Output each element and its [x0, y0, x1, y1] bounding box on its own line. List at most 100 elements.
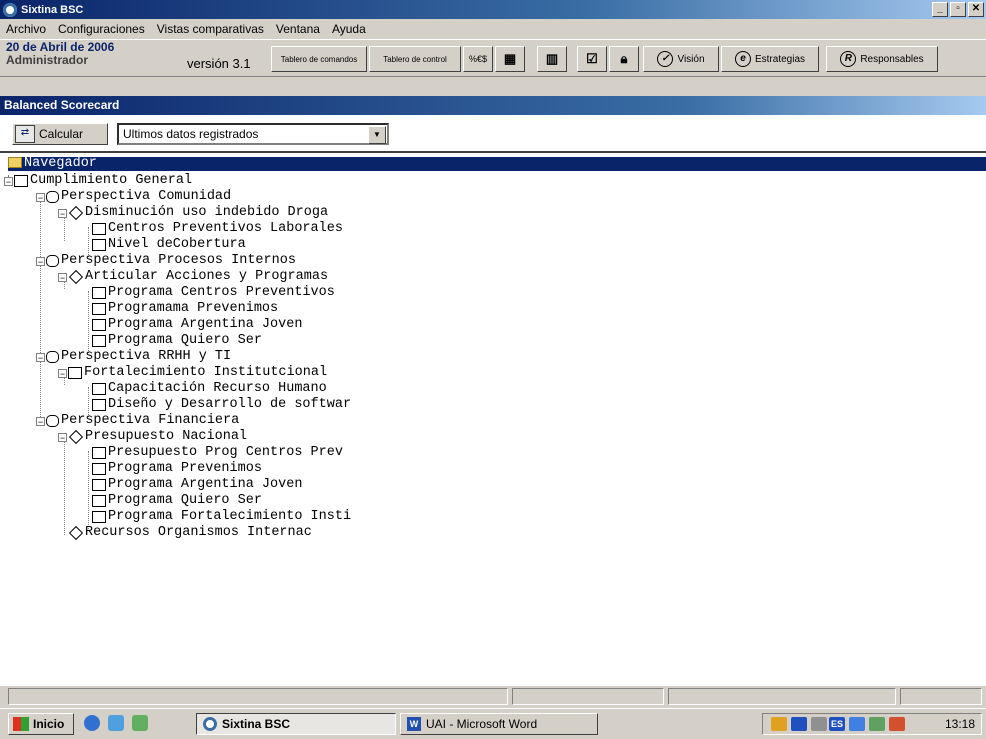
- collapse-icon[interactable]: −: [58, 272, 67, 282]
- minimize-button[interactable]: _: [932, 2, 948, 17]
- panel-title: Balanced Scorecard: [0, 96, 986, 115]
- data-source-value: Ultimos datos registrados: [123, 127, 259, 141]
- data-source-select[interactable]: Ultimos datos registrados ▼: [117, 123, 389, 145]
- tree-node-label: Programa Centros Preventivos: [108, 285, 335, 300]
- tablero-comandos-button[interactable]: Tablero de comandos: [271, 46, 367, 72]
- desktop-icon[interactable]: [132, 715, 148, 731]
- tree-node-recursos-organismos[interactable]: Recursos Organismos Internac: [68, 525, 312, 541]
- collapse-icon[interactable]: −: [36, 416, 45, 426]
- tree-node-programa-quiero-ser-2[interactable]: Programa Quiero Ser: [92, 493, 262, 509]
- vision-button[interactable]: ✓ Visión: [643, 46, 719, 72]
- tree-node-perspectiva-procesos-internos[interactable]: − Perspectiva Procesos Internos: [36, 253, 296, 269]
- chevron-down-icon[interactable]: ▼: [368, 126, 386, 144]
- status-pane-4: [900, 688, 982, 705]
- collapse-icon[interactable]: −: [58, 368, 67, 378]
- maximize-button[interactable]: ▫: [950, 2, 966, 17]
- tree-node-label: Disminución uso indebido Droga: [85, 205, 329, 220]
- menu-ventana[interactable]: Ventana: [270, 22, 326, 36]
- calcular-button[interactable]: ⇄ Calcular: [12, 123, 108, 145]
- tree-node-perspectiva-comunidad[interactable]: − Perspectiva Comunidad: [36, 189, 231, 205]
- perspective-icon: [46, 255, 59, 267]
- indicator-square-icon: [92, 223, 106, 235]
- tree-node-articular-acciones[interactable]: − Articular Acciones y Programas: [58, 269, 328, 285]
- perspective-icon: [46, 191, 59, 203]
- book-icon-button[interactable]: ▥: [537, 46, 567, 72]
- calculate-icon: ⇄: [15, 125, 35, 143]
- network-icon[interactable]: [849, 717, 865, 731]
- task-word[interactable]: W UAI - Microsoft Word: [400, 713, 598, 735]
- tree-node-disminucion-droga[interactable]: − Disminución uso indebido Droga: [58, 205, 328, 221]
- indicator-square-icon: [92, 463, 106, 475]
- menu-configuraciones[interactable]: Configuraciones: [52, 22, 151, 36]
- tray-antivirus-icon[interactable]: [791, 717, 807, 731]
- task-sixtina-bsc[interactable]: Sixtina BSC: [196, 713, 396, 735]
- menu-archivo[interactable]: Archivo: [0, 22, 52, 36]
- currency-button[interactable]: %€$: [463, 46, 493, 72]
- tree-node-label: Programa Quiero Ser: [108, 333, 262, 348]
- tree-node-fortalecimiento-institucional[interactable]: − Fortalecimiento Institutcional: [58, 365, 327, 381]
- tree-node-cumplimiento-general[interactable]: − Cumplimiento General: [4, 173, 192, 189]
- vision-icon: ✓: [657, 51, 674, 67]
- tablero-control-button[interactable]: Tablero de control: [369, 46, 461, 72]
- tree-node-label: Recursos Organismos Internac: [85, 525, 312, 540]
- lock-icon-button[interactable]: 🔒︎: [609, 46, 639, 72]
- menu-vistas-comparativas[interactable]: Vistas comparativas: [151, 22, 270, 36]
- close-button[interactable]: ✕: [968, 2, 984, 17]
- estrategias-icon: e: [734, 51, 751, 67]
- tree-node-presupuesto-prog-centros[interactable]: Presupuesto Prog Centros Prev: [92, 445, 343, 461]
- collapse-icon[interactable]: −: [36, 256, 45, 266]
- tree-node-programa-argentina-joven-2[interactable]: Programa Argentina Joven: [92, 477, 302, 493]
- indicator-square-icon: [92, 303, 106, 315]
- layout-icon-button[interactable]: ▦: [495, 46, 525, 72]
- clock: 13:18: [944, 717, 975, 731]
- perspective-icon: [46, 351, 59, 363]
- menu-ayuda[interactable]: Ayuda: [326, 22, 372, 36]
- status-pane-3: [668, 688, 896, 705]
- collapse-icon[interactable]: −: [4, 176, 13, 186]
- indicator-square-icon: [92, 447, 106, 459]
- collapse-icon[interactable]: −: [36, 192, 45, 202]
- objective-diamond-icon: [68, 269, 84, 285]
- tray-utility-icon[interactable]: [889, 717, 905, 731]
- ie-icon[interactable]: [84, 715, 100, 731]
- tree-node-capacitacion-recurso-humano[interactable]: Capacitación Recurso Humano: [92, 381, 327, 397]
- tree-node-label: Perspectiva Procesos Internos: [61, 253, 296, 268]
- collapse-icon[interactable]: −: [36, 352, 45, 362]
- window-titlebar: Sixtina BSC _ ▫ ✕: [0, 0, 986, 19]
- tree-node-nivel-cobertura[interactable]: Nivel deCobertura: [92, 237, 246, 253]
- tree-node-label: Diseño y Desarrollo de softwar: [108, 397, 352, 412]
- tray-app-icon[interactable]: [771, 717, 787, 731]
- current-user: Administrador: [6, 53, 89, 67]
- checklist-icon-button[interactable]: ☑: [577, 46, 607, 72]
- estrategias-button[interactable]: e Estrategias: [721, 46, 819, 72]
- tree-node-centros-preventivos-laborales[interactable]: Centros Preventivos Laborales: [92, 221, 343, 237]
- tree-node-perspectiva-rrhh-ti[interactable]: − Perspectiva RRHH y TI: [36, 349, 231, 365]
- collapse-icon[interactable]: −: [58, 208, 67, 218]
- tree-node-programa-fortalecimiento[interactable]: Programa Fortalecimiento Insti: [92, 509, 351, 525]
- explorer-icon[interactable]: [108, 715, 124, 731]
- start-button[interactable]: Inicio: [8, 713, 74, 735]
- tree-node-presupuesto-nacional[interactable]: − Presupuesto Nacional: [58, 429, 247, 445]
- tree-node-programa-prevenimos[interactable]: Programa Prevenimos: [92, 461, 262, 477]
- language-indicator[interactable]: ES: [829, 717, 845, 731]
- volume-icon[interactable]: [811, 717, 827, 731]
- responsables-button[interactable]: R Responsables: [826, 46, 938, 72]
- tree-node-label: Articular Acciones y Programas: [85, 269, 329, 284]
- tree-node-programa-quiero-ser[interactable]: Programa Quiero Ser: [92, 333, 262, 349]
- folder-icon: [8, 157, 22, 168]
- tray-connection-icon[interactable]: [869, 717, 885, 731]
- collapse-icon[interactable]: −: [58, 432, 67, 442]
- tree-node-label: Programa Quiero Ser: [108, 493, 262, 508]
- tree-node-programa-centros-preventivos[interactable]: Programa Centros Preventivos: [92, 285, 335, 301]
- tree-node-programama-prevenimos[interactable]: Programama Prevenimos: [92, 301, 278, 317]
- indicator-square-icon: [14, 175, 28, 187]
- tree-node-diseno-desarrollo-software[interactable]: Diseño y Desarrollo de softwar: [92, 397, 351, 413]
- tree-node-programa-argentina-joven[interactable]: Programa Argentina Joven: [92, 317, 302, 333]
- window-controls: _ ▫ ✕: [932, 2, 984, 17]
- tree-node-label: Programa Fortalecimiento Insti: [108, 509, 352, 524]
- tree-node-perspectiva-financiera[interactable]: − Perspectiva Financiera: [36, 413, 239, 429]
- session-info: 20 de Abril de 2006 Administrador: [6, 41, 114, 67]
- objective-diamond-icon: [68, 525, 84, 541]
- indicator-square-icon: [92, 319, 106, 331]
- navigator-root[interactable]: Navegador: [8, 157, 986, 171]
